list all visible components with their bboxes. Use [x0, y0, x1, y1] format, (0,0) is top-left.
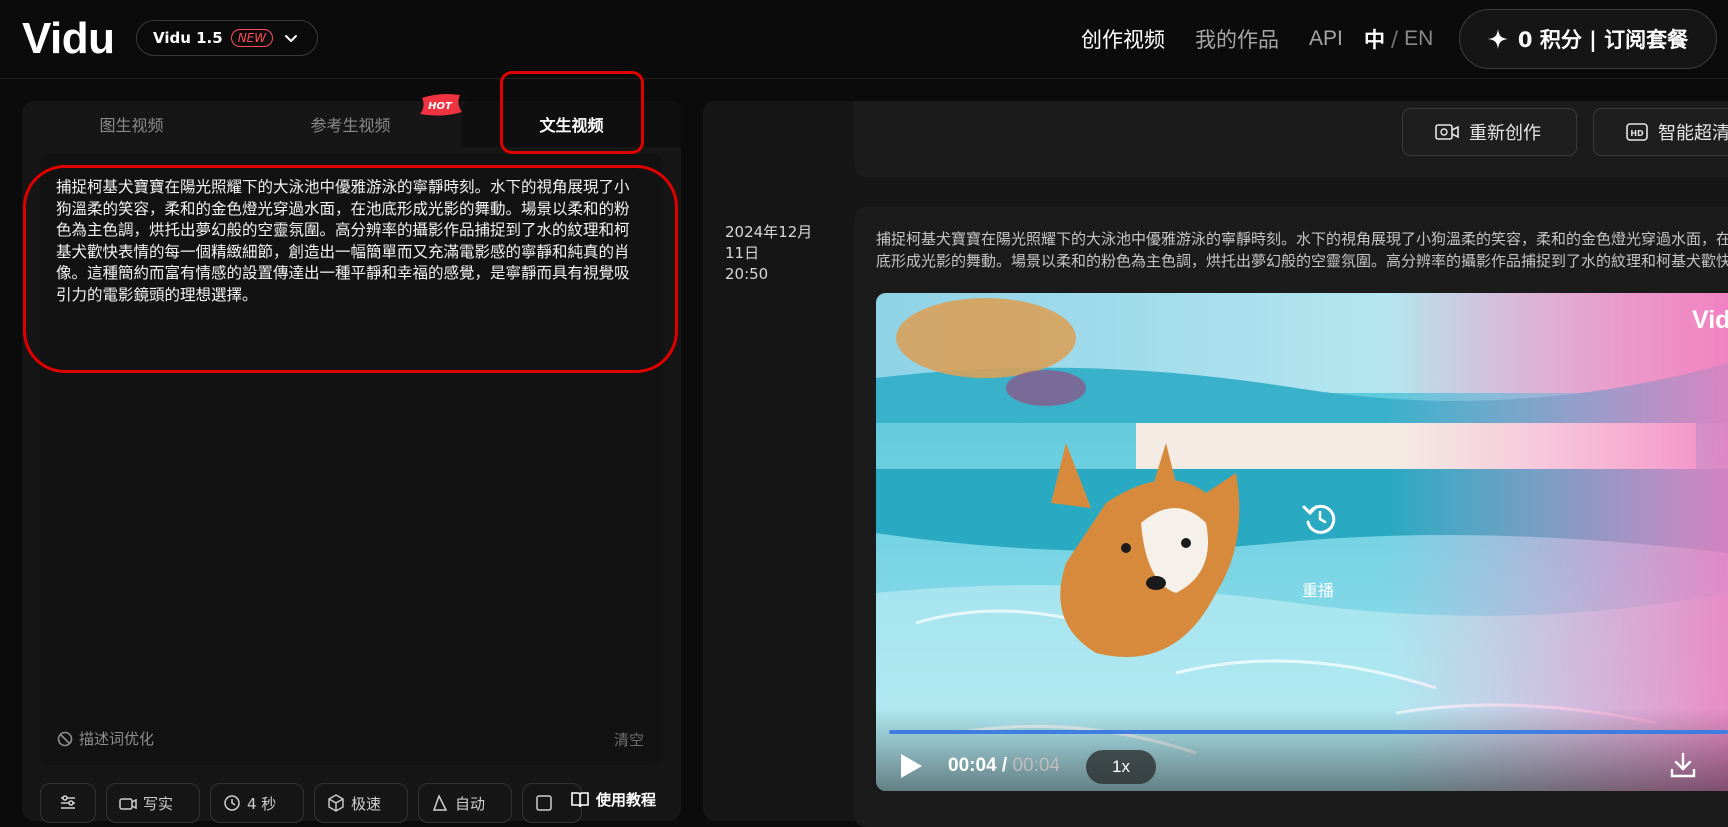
- new-badge: NEW: [230, 29, 274, 47]
- replay-label[interactable]: 重播: [1302, 577, 1334, 601]
- aspect-ratio-icon: [432, 794, 448, 811]
- speed-mode-label: 极速: [351, 794, 382, 813]
- language-switcher[interactable]: 中 / EN: [1364, 22, 1433, 56]
- result-prompt-line2: 底形成光影的舞動。場景以柔和的粉色為主色調，烘托出夢幻般的空靈氛圍。高分辨率的攝…: [876, 251, 1728, 270]
- result-timestamp: 2024年12月11日 20:50: [725, 222, 825, 285]
- cube-icon: [328, 794, 344, 812]
- result-prompt: 捕捉柯基犬寶寶在陽光照耀下的大泳池中優雅游泳的寧靜時刻。水下的視角展現了小狗溫柔…: [876, 229, 1728, 273]
- result-time: 20:50: [725, 265, 769, 283]
- clear-button[interactable]: 清空: [614, 729, 644, 750]
- model-name: Vidu 1.5: [153, 29, 223, 47]
- style-label: 写实: [143, 794, 174, 813]
- credits-subscribe-button[interactable]: 0 积分 | 订阅套餐: [1459, 9, 1717, 69]
- recreate-button[interactable]: 重新创作: [1402, 108, 1577, 156]
- credits-label: 0 积分 | 订阅套餐: [1517, 28, 1689, 52]
- model-selector[interactable]: Vidu 1.5 NEW: [136, 20, 318, 56]
- ratio-chip[interactable]: 自动: [418, 783, 512, 823]
- chevron-down-icon: [285, 35, 297, 43]
- vidu-logo[interactable]: Vidu: [22, 14, 115, 64]
- sparkle-icon: [1487, 29, 1508, 49]
- video-time-separator: /: [1001, 755, 1008, 776]
- tutorial-link[interactable]: 使用教程: [570, 789, 656, 810]
- speed-mode-chip[interactable]: 极速: [314, 783, 408, 823]
- result-prompt-line1: 捕捉柯基犬寶寶在陽光照耀下的大泳池中優雅游泳的寧靜時刻。水下的視角展現了小狗溫柔…: [876, 230, 1728, 248]
- video-current-time: 00:04: [948, 755, 997, 776]
- frame-icon: [536, 795, 552, 811]
- highlight-box-prompt: [23, 165, 678, 373]
- style-chip[interactable]: 写实: [106, 783, 200, 823]
- ratio-label: 自动: [455, 794, 486, 813]
- video-time: 00:04 / 00:04: [948, 755, 1060, 777]
- nav-create-video[interactable]: 创作视频: [1081, 22, 1165, 56]
- lang-zh[interactable]: 中: [1364, 24, 1385, 54]
- hot-badge: HOT: [420, 94, 462, 116]
- optimize-label: 描述词优化: [79, 730, 155, 748]
- tab-image-to-video[interactable]: 图生视频: [22, 101, 241, 147]
- video-controls: [876, 708, 1728, 791]
- hot-badge-label: HOT: [428, 101, 453, 112]
- video-duration: 00:04: [1012, 755, 1060, 776]
- playback-speed-button[interactable]: 1x: [1086, 750, 1156, 784]
- video-refresh-icon: [1435, 124, 1459, 140]
- play-icon[interactable]: [898, 752, 924, 780]
- duration-chip[interactable]: 4 秒: [210, 783, 304, 823]
- upscale-button[interactable]: HD 智能超清: [1593, 108, 1728, 156]
- video-watermark: Vidu: [1692, 306, 1728, 334]
- sliders-icon: [61, 795, 75, 809]
- svg-text:HD: HD: [1630, 129, 1644, 138]
- lang-separator: /: [1391, 27, 1399, 51]
- tutorial-label: 使用教程: [596, 791, 657, 809]
- upscale-label: 智能超清: [1658, 123, 1728, 144]
- prompt-optimize-toggle[interactable]: 描述词优化: [57, 728, 154, 749]
- replay-icon[interactable]: [1300, 498, 1340, 538]
- nav-my-works[interactable]: 我的作品: [1195, 22, 1279, 56]
- highlight-box-tab: [500, 71, 644, 154]
- result-date: 2024年12月11日: [725, 223, 813, 262]
- video-progress-bar[interactable]: [889, 730, 1728, 734]
- settings-button[interactable]: [40, 783, 96, 823]
- book-icon: [571, 791, 589, 807]
- lang-en[interactable]: EN: [1404, 27, 1433, 51]
- duration-label: 4 秒: [247, 794, 277, 813]
- disabled-circle-icon: [57, 731, 73, 746]
- top-bar: Vidu Vidu 1.5 NEW 创作视频 我的作品 API 中 / EN 0…: [0, 0, 1728, 79]
- clock-icon: [224, 795, 240, 811]
- nav-api[interactable]: API: [1309, 22, 1343, 56]
- recreate-label: 重新创作: [1469, 123, 1541, 144]
- download-icon[interactable]: [1669, 751, 1697, 779]
- camera-icon: [119, 798, 137, 810]
- video-player[interactable]: Vidu 重播 00:04 / 00:04 1x: [876, 293, 1728, 791]
- hd-icon: HD: [1626, 123, 1648, 141]
